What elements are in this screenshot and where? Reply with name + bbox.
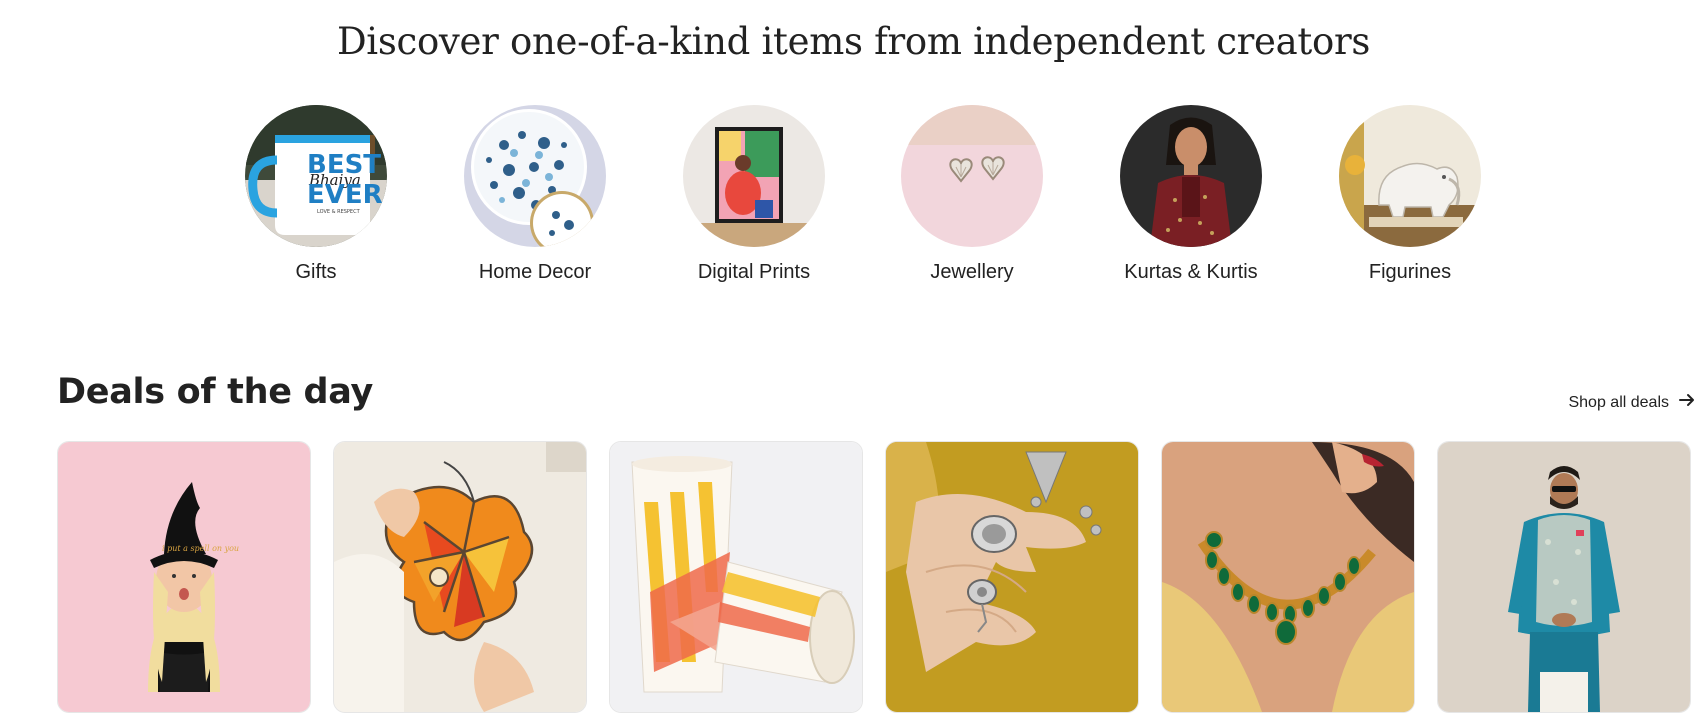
kurtas-kurtis-image bbox=[1120, 105, 1262, 247]
gifts-image: BEST Bhaiya EVER LOVE & RESPECT bbox=[245, 105, 387, 247]
deal-card-5[interactable] bbox=[1161, 441, 1415, 713]
svg-text:EVER: EVER bbox=[307, 180, 383, 210]
arrow-right-icon bbox=[1679, 393, 1695, 412]
category-row: BEST Bhaiya EVER LOVE & RESPECT Gifts Ho… bbox=[0, 105, 1707, 295]
category-label-figurines: Figurines bbox=[1368, 261, 1452, 283]
category-label-kurtas-kurtis: Kurtas & Kurtis bbox=[1124, 261, 1258, 283]
deal-card-6[interactable] bbox=[1437, 441, 1691, 713]
category-kurtas-kurtis[interactable]: Kurtas & Kurtis bbox=[1096, 105, 1286, 284]
hero-title: Discover one-of-a-kind items from indepe… bbox=[336, 20, 1371, 63]
deal-image-6 bbox=[1438, 442, 1690, 712]
figurines-image bbox=[1339, 105, 1481, 247]
category-label-home-decor: Home Decor bbox=[478, 261, 592, 283]
category-label-digital-prints: Digital Prints bbox=[697, 261, 811, 283]
svg-text:i put a spell on you: i put a spell on you bbox=[162, 544, 239, 553]
digital-prints-image bbox=[683, 105, 825, 247]
deal-card-4[interactable] bbox=[885, 441, 1139, 713]
deals-carousel: i put a spell on you bbox=[57, 441, 1707, 713]
category-home-decor[interactable]: Home Decor bbox=[440, 105, 630, 284]
category-figurines[interactable]: Figurines bbox=[1315, 105, 1505, 284]
deal-image-1: i put a spell on you bbox=[58, 442, 310, 712]
deal-image-2 bbox=[334, 442, 586, 712]
deals-heading: Deals of the day bbox=[57, 372, 374, 412]
deal-image-4 bbox=[886, 442, 1138, 712]
shop-all-deals-label: Shop all deals bbox=[1568, 393, 1669, 411]
deal-card-3[interactable] bbox=[609, 441, 863, 713]
deal-image-3 bbox=[610, 442, 862, 712]
shop-all-deals-link[interactable]: Shop all deals bbox=[1568, 393, 1695, 412]
category-digital-prints[interactable]: Digital Prints bbox=[659, 105, 849, 284]
category-label-gifts: Gifts bbox=[295, 261, 337, 283]
category-label-jewellery: Jewellery bbox=[930, 261, 1014, 283]
deal-card-2[interactable] bbox=[333, 441, 587, 713]
svg-text:LOVE & RESPECT: LOVE & RESPECT bbox=[317, 209, 361, 215]
deal-image-5 bbox=[1162, 442, 1414, 712]
category-jewellery[interactable]: Jewellery bbox=[877, 105, 1067, 284]
category-gifts[interactable]: BEST Bhaiya EVER LOVE & RESPECT Gifts bbox=[221, 105, 411, 284]
jewellery-image bbox=[901, 105, 1043, 247]
home-decor-image bbox=[464, 105, 606, 247]
deal-card-1[interactable]: i put a spell on you bbox=[57, 441, 311, 713]
